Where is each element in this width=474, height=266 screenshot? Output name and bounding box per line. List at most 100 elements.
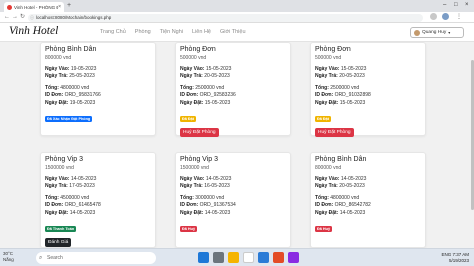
checkout-row: Ngày Trả: 20-05-2023: [315, 183, 365, 190]
search-placeholder: Search: [47, 255, 63, 261]
profile-icon[interactable]: [442, 13, 449, 20]
room-name: Phòng Vip 3: [180, 156, 219, 163]
new-tab-button[interactable]: +: [67, 2, 71, 10]
checkin-row: Ngày Vào: 15-05-2023: [315, 66, 367, 72]
menu-item-contact[interactable]: Liên Hệ: [192, 29, 211, 35]
search-icon: ⌕: [39, 255, 43, 261]
chrome-icon[interactable]: [243, 252, 254, 263]
back-button[interactable]: ←: [4, 13, 10, 22]
booked-row: Ngày Đặt: 14-05-2023: [315, 209, 366, 216]
order-id-row: ID Đơn: ORD_91032898: [315, 92, 371, 99]
total-row: Tổng: 3000000 vnd: [180, 194, 225, 201]
order-id-row: ID Đơn: ORD_95831766: [45, 92, 101, 99]
browser-tabbar: Vinh Hotel - PHÒNG ĐÃ × + – □ ×: [0, 0, 474, 12]
room-price: 1500000 vnd: [45, 165, 74, 171]
booked-row: Ngày Đặt: 14-05-2023: [45, 209, 96, 216]
taskbar-apps: [198, 252, 299, 263]
checkout-row: Ngày Trả: 20-05-2023: [315, 73, 365, 80]
weather-widget[interactable]: 30°C Nắng: [3, 251, 14, 263]
cancel-booking-button[interactable]: Huỷ Đặt Phòng: [180, 128, 219, 138]
menu-item-rooms[interactable]: Phòng: [135, 29, 151, 35]
booking-card: Phòng Đơn 500000 vnd Ngày Vào: 15-05-202…: [310, 42, 426, 138]
browser-tab[interactable]: Vinh Hotel - PHÒNG ĐÃ ×: [4, 2, 64, 12]
booking-card: Phòng Bình Dân 800000 vnd Ngày Vào: 19-0…: [40, 42, 156, 136]
maximize-button[interactable]: □: [454, 1, 458, 10]
taskbar-search[interactable]: ⌕ Search: [36, 252, 156, 264]
forward-button[interactable]: →: [12, 13, 18, 22]
minimize-button[interactable]: –: [443, 1, 446, 10]
weather-desc: Nắng: [3, 257, 14, 262]
clock-date: 5/19/2023: [448, 258, 469, 263]
url-text: localhost:8080/Mochain/bookings.php: [36, 14, 112, 20]
booked-row: Ngày Đặt: 15-05-2023: [180, 99, 231, 106]
chevron-down-icon: ▾: [448, 30, 451, 35]
room-price: 500000 vnd: [180, 55, 207, 61]
total-row: Tổng: 4500000 vnd: [45, 194, 90, 201]
checkout-row: Ngày Trả: 17-05-2023: [45, 183, 95, 190]
checkin-row: Ngày Vào: 14-05-2023: [315, 176, 367, 182]
order-id-row: ID Đơn: ORD_61465478: [45, 202, 101, 209]
browser-menu-icon[interactable]: ⋮: [456, 13, 462, 22]
extension-icon[interactable]: [430, 13, 437, 20]
site-favicon-icon: [7, 4, 12, 10]
total-row: Tổng: 4800000 vnd: [315, 194, 360, 201]
order-id-row: ID Đơn: ORD_92583236: [180, 92, 236, 99]
status-badge: Đã Xác Nhận Đặt Phòng: [45, 116, 93, 123]
checkout-row: Ngày Trả: 16-05-2023: [180, 183, 230, 190]
order-id-row: ID Đơn: ORD_91367534: [180, 202, 236, 209]
vscode-icon[interactable]: [258, 252, 269, 263]
language-indicator: ENG: [441, 252, 452, 257]
checkout-row: Ngày Trả: 25-05-2023: [45, 73, 95, 80]
address-bar[interactable]: ⓘ localhost:8080/Mochain/bookings.php: [28, 13, 423, 22]
checkin-row: Ngày Vào: 14-05-2023: [45, 176, 97, 182]
booking-card: Phòng Vip 3 1500000 vnd Ngày Vào: 14-05-…: [40, 152, 156, 248]
room-name: Phòng Đơn: [180, 46, 216, 53]
file-explorer-icon[interactable]: [228, 252, 239, 263]
clock-time: 7:37 AM: [452, 252, 469, 257]
bookings-grid: Phòng Bình Dân 800000 vnd Ngày Vào: 19-0…: [0, 42, 470, 248]
tab-title: Vinh Hotel - PHÒNG ĐÃ: [14, 4, 59, 10]
windows-start-icon[interactable]: [198, 252, 209, 263]
scrollbar-thumb[interactable]: [470, 60, 474, 210]
cancel-booking-button[interactable]: Huỷ Đặt Phòng: [315, 128, 354, 138]
status-badge: Đã Đặt: [315, 116, 332, 123]
room-name: Phòng Bình Dân: [315, 156, 367, 163]
total-row: Tổng: 2500000 vnd: [315, 84, 360, 91]
total-row: Tổng: 4800000 vnd: [45, 84, 90, 91]
room-price: 800000 vnd: [45, 55, 72, 61]
reload-button[interactable]: ↻: [20, 13, 25, 22]
close-window-button[interactable]: ×: [465, 1, 469, 10]
booked-row: Ngày Đặt: 15-05-2023: [315, 99, 366, 106]
checkin-row: Ngày Vào: 19-05-2023: [45, 66, 97, 72]
menu-item-home[interactable]: Trang Chủ: [100, 29, 126, 35]
info-icon[interactable]: ⓘ: [30, 14, 34, 22]
booked-row: Ngày Đặt: 19-05-2023: [45, 99, 96, 106]
status-badge: Đã Đặt: [180, 116, 197, 123]
checkin-row: Ngày Vào: 15-05-2023: [180, 66, 232, 72]
menu-item-about[interactable]: Giới Thiệu: [220, 29, 246, 35]
brand-logo[interactable]: Vinh Hotel: [9, 25, 58, 37]
menu-item-amenities[interactable]: Tiện Nghi: [160, 29, 183, 35]
task-view-icon[interactable]: [213, 252, 224, 263]
total-row: Tổng: 2500000 vnd: [180, 84, 225, 91]
status-badge: Đã Huỷ: [315, 226, 333, 233]
review-button[interactable]: Đánh Giá: [45, 238, 72, 248]
main-menu: Trang Chủ Phòng Tiện Nghi Liên Hệ Giới T…: [100, 29, 246, 35]
booking-card: Phòng Đơn 500000 vnd Ngày Vào: 15-05-202…: [175, 42, 291, 138]
os-taskbar: 30°C Nắng ⌕ Search ENG 7:37 AM 5/19/2023: [0, 248, 474, 266]
booked-row: Ngày Đặt: 14-05-2023: [180, 209, 231, 216]
room-name: Phòng Đơn: [315, 46, 351, 53]
page-scrollbar[interactable]: [470, 42, 474, 248]
system-tray[interactable]: ENG 7:37 AM 5/19/2023: [405, 252, 469, 264]
room-price: 1500000 vnd: [180, 165, 209, 171]
user-dropdown-button[interactable]: Quang Huy ▾: [410, 27, 464, 38]
booking-card: Phòng Vip 3 1500000 vnd Ngày Vào: 14-05-…: [175, 152, 291, 248]
xampp-icon[interactable]: [273, 252, 284, 263]
status-badge: Đã Thanh Toán: [45, 226, 77, 233]
status-badge: Đã Huỷ: [180, 226, 198, 233]
app-icon[interactable]: [288, 252, 299, 263]
booking-card: Phòng Bình Dân 800000 vnd Ngày Vào: 14-0…: [310, 152, 426, 248]
room-price: 800000 vnd: [315, 165, 342, 171]
tab-close-icon[interactable]: ×: [58, 4, 61, 10]
room-name: Phòng Vip 3: [45, 156, 84, 163]
